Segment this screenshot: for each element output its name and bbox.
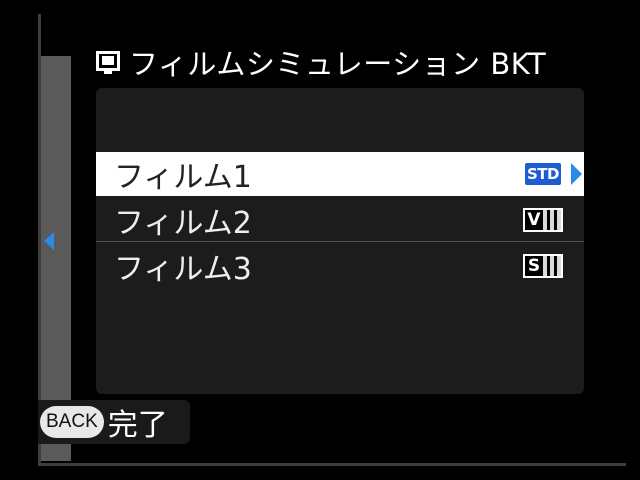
menu-item-film-2[interactable]: フィルム2 V [96, 198, 584, 242]
film-badge: STD [525, 163, 561, 185]
back-button[interactable]: BACK [40, 406, 104, 438]
film-badge: S [527, 256, 541, 276]
menu-item-film-3[interactable]: フィルム3 S [96, 244, 584, 288]
page-title: フィルムシミュレーション BKT [129, 47, 547, 81]
footer-bar: BACK 完了 [38, 400, 190, 444]
menu-item-label: フィルム2 [114, 205, 252, 241]
done-label: 完了 [107, 408, 168, 443]
film-velvia-icon: V [522, 207, 564, 233]
menu-item-label: フィルム1 [114, 160, 252, 195]
film-badge: V [527, 209, 541, 230]
menu-item-label: フィルム3 [114, 252, 252, 287]
right-arrow-icon[interactable] [571, 163, 582, 185]
menu-item-film-1[interactable]: フィルム1 STD [96, 152, 584, 196]
left-arrow-icon[interactable] [44, 232, 54, 250]
film-simulation-icon [95, 49, 123, 75]
film-soft-icon: S [522, 253, 564, 279]
film-std-icon: STD [522, 161, 564, 187]
title-bar: フィルムシミュレーション BKT [75, 40, 623, 84]
